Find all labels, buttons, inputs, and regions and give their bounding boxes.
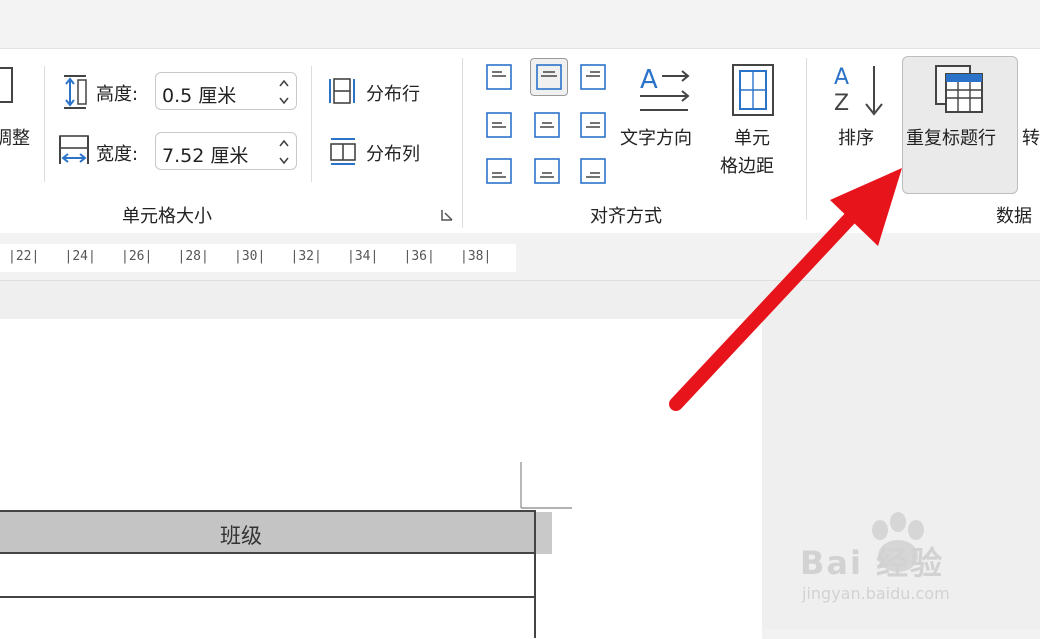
watermark-url: jingyan.baidu.com <box>802 584 950 603</box>
watermark-brand: Bai 经验 <box>800 544 945 582</box>
baidu-jingyan-watermark: Bai 经验 jingyan.baidu.com <box>800 512 1030 612</box>
